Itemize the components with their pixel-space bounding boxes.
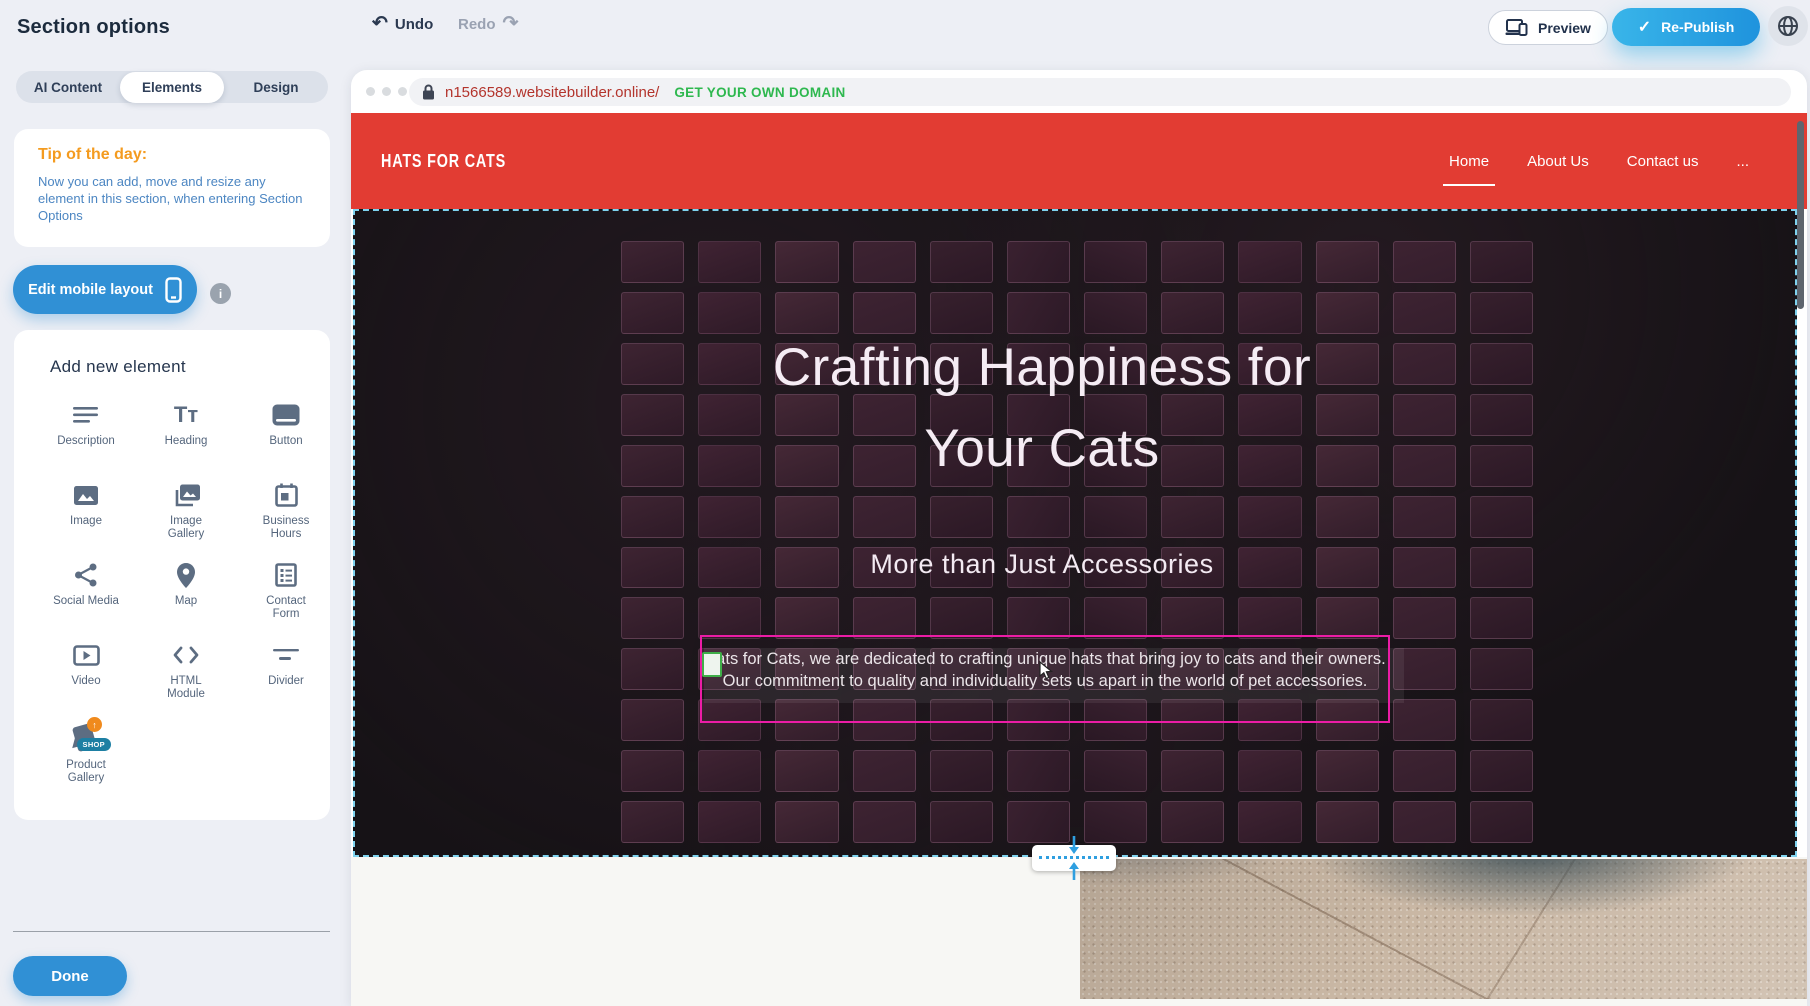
element-social-media[interactable]: Social Media: [36, 560, 136, 640]
hero-subheading[interactable]: More than Just Accessories: [355, 549, 1729, 580]
code-icon: [173, 640, 199, 670]
add-element-title: Add new element: [50, 357, 186, 377]
edit-mobile-layout-button[interactable]: Edit mobile layout: [13, 265, 197, 314]
preview-label: Preview: [1538, 20, 1591, 36]
site-logo[interactable]: HATS FOR CATS: [381, 151, 506, 172]
upgrade-arrow-icon: ↑: [87, 717, 102, 732]
app-root: Section options ↶ Undo Redo ↷ Preview ✓ …: [0, 0, 1810, 1006]
tab-design[interactable]: Design: [224, 72, 328, 103]
browser-chrome: n1566589.websitebuilder.online/ GET YOUR…: [351, 70, 1807, 113]
description-icon: [73, 400, 99, 430]
get-domain-link[interactable]: GET YOUR OWN DOMAIN: [674, 85, 845, 100]
check-icon: ✓: [1638, 17, 1651, 37]
mouse-cursor: [1039, 661, 1054, 681]
tip-title: Tip of the day:: [38, 146, 147, 164]
window-dots: [366, 87, 407, 96]
product-gallery-icon: ↑ SHOP: [68, 720, 104, 754]
site-header-section[interactable]: HATS FOR CATS Home About Us Contact us .…: [351, 113, 1807, 209]
edit-mobile-label: Edit mobile layout: [28, 282, 153, 298]
nav-more-ellipsis[interactable]: ...: [1734, 147, 1751, 176]
element-map[interactable]: Map: [136, 560, 236, 640]
element-video[interactable]: Video: [36, 640, 136, 720]
preview-button[interactable]: Preview: [1488, 10, 1608, 45]
form-icon: [275, 560, 297, 590]
site-preview-window: n1566589.websitebuilder.online/ GET YOUR…: [351, 70, 1807, 1006]
element-html-module[interactable]: HTML Module: [136, 640, 236, 720]
done-button[interactable]: Done: [13, 956, 127, 996]
site-url[interactable]: n1566589.websitebuilder.online/: [445, 84, 659, 101]
panel-tabs: AI Content Elements Design: [16, 71, 328, 103]
nav-contact-us[interactable]: Contact us: [1625, 147, 1701, 176]
globe-icon: [1777, 15, 1799, 37]
redo-button[interactable]: Redo ↷: [458, 13, 518, 35]
tab-ai-content[interactable]: AI Content: [16, 72, 120, 103]
element-contact-form[interactable]: Contact Form: [236, 560, 336, 640]
calendar-icon: [275, 480, 298, 510]
element-image[interactable]: Image: [36, 480, 136, 560]
undo-button[interactable]: ↶ Undo: [372, 13, 433, 35]
image-icon: [74, 480, 98, 510]
republish-button[interactable]: ✓ Re-Publish: [1612, 8, 1760, 46]
tab-elements[interactable]: Elements: [120, 72, 224, 103]
shop-badge: SHOP: [77, 738, 111, 751]
element-grid: Description Tᴛ Heading Button Image: [36, 400, 336, 810]
heading-icon: Tᴛ: [174, 400, 198, 430]
floor-tiles-photo: [1080, 859, 1807, 999]
tip-body: Now you can add, move and resize any ele…: [38, 173, 304, 224]
preview-scrollbar[interactable]: [1797, 121, 1804, 309]
hero-section-selected[interactable]: Crafting Happiness for Your Cats More th…: [353, 209, 1797, 857]
resize-arrows-icon: [1067, 836, 1081, 880]
element-button[interactable]: Button: [236, 400, 336, 480]
redo-label: Redo: [458, 16, 496, 33]
map-pin-icon: [177, 560, 195, 590]
lock-icon: [422, 84, 435, 100]
panel-divider: [13, 931, 330, 932]
phone-icon: [165, 277, 182, 303]
redo-icon: ↷: [503, 13, 519, 35]
button-icon: [272, 400, 300, 430]
add-element-card: Add new element Description Tᴛ Heading B…: [14, 330, 330, 820]
info-icon[interactable]: i: [210, 283, 231, 304]
undo-label: Undo: [395, 16, 433, 33]
site-nav: Home About Us Contact us ...: [1447, 147, 1751, 176]
section-resize-handle[interactable]: [1032, 845, 1116, 871]
nav-home[interactable]: Home: [1447, 147, 1491, 176]
nav-about-us[interactable]: About Us: [1525, 147, 1591, 176]
undo-icon: ↶: [372, 13, 388, 35]
tip-of-the-day-card: Tip of the day: Now you can add, move an…: [14, 129, 330, 247]
element-product-gallery[interactable]: ↑ SHOP Product Gallery: [36, 720, 136, 810]
element-business-hours[interactable]: Business Hours: [236, 480, 336, 560]
page-title: Section options: [17, 16, 170, 39]
element-divider[interactable]: Divider: [236, 640, 336, 720]
share-icon: [74, 560, 98, 590]
element-description[interactable]: Description: [36, 400, 136, 480]
element-image-gallery[interactable]: Image Gallery: [136, 480, 236, 560]
element-heading[interactable]: Tᴛ Heading: [136, 400, 236, 480]
image-gallery-icon: [173, 480, 200, 510]
video-icon: [73, 640, 100, 670]
address-bar[interactable]: n1566589.websitebuilder.online/ GET YOUR…: [409, 78, 1791, 106]
element-drag-handle[interactable]: [702, 652, 722, 677]
republish-label: Re-Publish: [1661, 19, 1734, 35]
site-viewport: HATS FOR CATS Home About Us Contact us .…: [351, 113, 1807, 1006]
devices-icon: [1505, 19, 1529, 37]
hero-heading[interactable]: Crafting Happiness for Your Cats: [355, 327, 1729, 489]
language-globe-button[interactable]: [1768, 6, 1808, 46]
divider-icon: [273, 640, 299, 670]
